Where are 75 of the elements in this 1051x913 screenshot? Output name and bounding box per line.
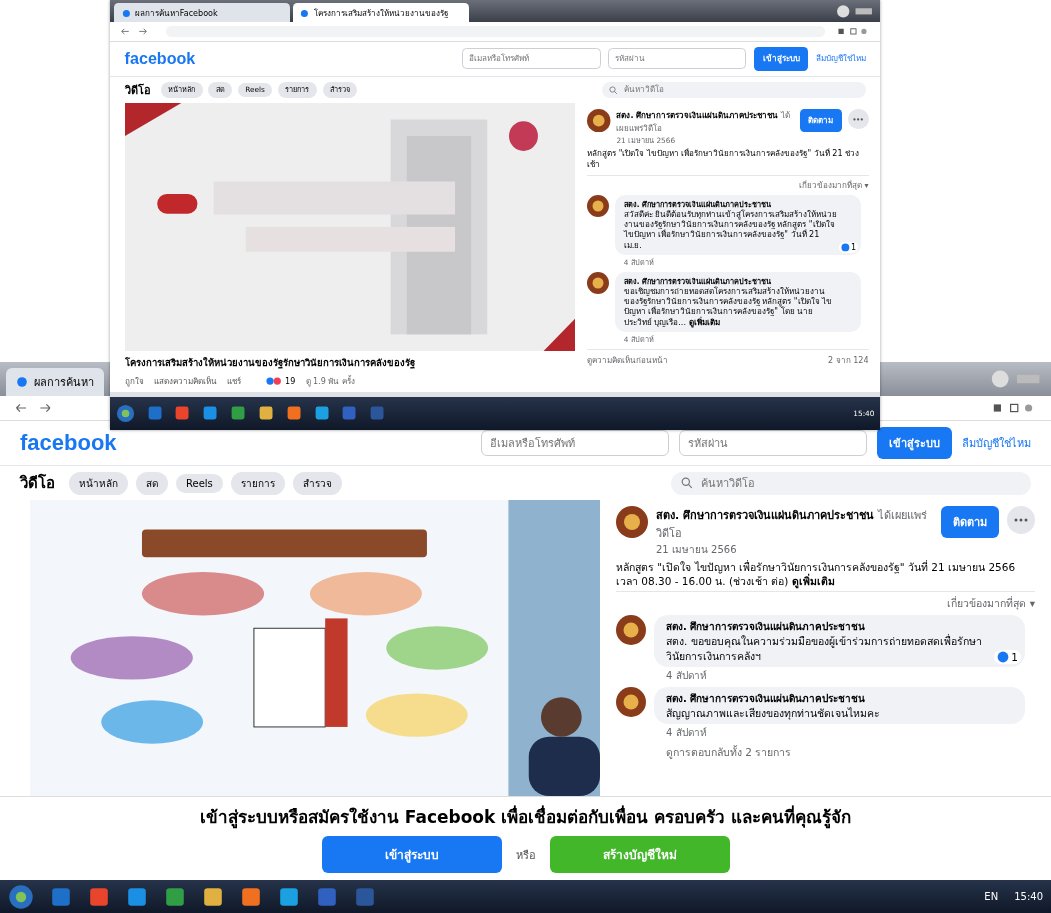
avatar-icon bbox=[616, 506, 648, 538]
taskbar-app-icon[interactable] bbox=[257, 405, 275, 422]
video-title: โครงการเสริมสร้างให้หน่วยงานของรัฐรักษาวินัยการเงินการคลังของรัฐ bbox=[124, 356, 416, 371]
facebook-logo[interactable]: facebook bbox=[20, 430, 117, 456]
browser-tab[interactable]: ผลการค้นหา bbox=[6, 368, 104, 396]
taskbar-app-icon[interactable] bbox=[285, 405, 302, 422]
search-icon bbox=[681, 477, 693, 489]
avatar-icon bbox=[616, 686, 646, 717]
post-date: 21 เมษายน 2566 bbox=[656, 543, 738, 557]
comment-text: สตง. ขอขอบคุณในความร่วมมือของผู้เข้าร่วมการถ่ายทอดสดเพื่อรักษาวินัยการเงินการคลังฯ bbox=[666, 634, 983, 663]
password-field[interactable]: รหัสผ่าน bbox=[679, 430, 867, 456]
view-replies-link[interactable]: ดูการตอบกลับทั้ง 2 รายการ bbox=[616, 743, 1035, 761]
follow-button[interactable]: ติดตาม bbox=[941, 506, 999, 538]
comment-author[interactable]: สตง. ศึกษาการตรวจเงินแผ่นดินภาคประชาชน bbox=[623, 275, 840, 287]
nav-tab[interactable]: สำรวจ bbox=[322, 81, 358, 99]
facebook-logo[interactable]: facebook bbox=[124, 49, 196, 69]
nav-tab[interactable]: รายการ bbox=[230, 471, 285, 495]
taskbar-app-icon[interactable] bbox=[230, 405, 247, 422]
taskbar-app-icon[interactable] bbox=[202, 405, 219, 422]
globe-icon bbox=[300, 8, 310, 18]
comment-author[interactable]: สตง. ศึกษาการตรวจเงินแผ่นดินภาคประชาชน bbox=[623, 198, 840, 210]
comment-time: 4 สัปดาห์ bbox=[665, 725, 708, 740]
start-button-icon[interactable] bbox=[115, 403, 135, 423]
section-title: วิดีโอ bbox=[20, 473, 55, 494]
video-search-field[interactable]: ค้นหาวิดีโอ bbox=[671, 471, 1031, 495]
taskbar-app-icon[interactable] bbox=[313, 405, 330, 422]
section-title: วิดีโอ bbox=[124, 82, 151, 99]
nav-tab[interactable]: สด bbox=[208, 81, 232, 99]
reaction-icons bbox=[840, 243, 850, 253]
globe-icon bbox=[16, 376, 28, 388]
post-text: หลักสูตร "เปิดใจ ไขปัญหา เพื่อรักษาวินัยการเงินการคลังของรัฐ" วันที่ 21 เมษายน 2566 เวลา 08.30 - 16.00 น. (ช่วงเช้า ต่อ) ดูเพิ่มเติม bbox=[616, 560, 1035, 593]
nav-tab[interactable]: หน้าหลัก bbox=[160, 81, 203, 99]
banner-text: เข้าสู่ระบบหรือสมัครใช้งาน Facebook เพื่อเชื่อมต่อกับเพื่อน ครอบครัว และคนที่คุณรู้จัก bbox=[199, 804, 852, 830]
start-button-icon[interactable] bbox=[8, 883, 34, 910]
email-field[interactable]: อีเมลหรือโทรศัพท์ bbox=[481, 430, 669, 456]
taskbar-app-icon[interactable] bbox=[164, 885, 186, 908]
nav-tab[interactable]: รายการ bbox=[278, 81, 317, 99]
avatar-icon bbox=[587, 271, 610, 294]
nav-tab[interactable]: สำรวจ bbox=[292, 471, 342, 495]
forgot-account-link[interactable]: ลืมบัญชีใช่ไหม bbox=[962, 434, 1031, 452]
reaction-count: 1 bbox=[1011, 650, 1018, 663]
comment-author[interactable]: สตง. ศึกษาการตรวจเงินแผ่นดินภาคประชาชน bbox=[666, 690, 995, 706]
taskbar-app-icon[interactable] bbox=[126, 885, 148, 908]
nav-tab[interactable]: หน้าหลัก bbox=[69, 471, 128, 495]
login-button[interactable]: เข้าสู่ระบบ bbox=[877, 427, 952, 459]
comment-time: 4 สัปดาห์ bbox=[622, 256, 655, 269]
taskbar-app-icon[interactable] bbox=[202, 885, 224, 908]
post-date: 21 เมษายน 2566 bbox=[616, 134, 677, 146]
clock[interactable]: 15:40 bbox=[853, 408, 875, 418]
comment-sort-menu[interactable]: เกี่ยวข้องมากที่สุด ▾ bbox=[947, 597, 1035, 610]
clock[interactable]: 15:40 bbox=[1014, 891, 1043, 902]
more-icon bbox=[853, 117, 864, 121]
author-name[interactable]: สตง. ศึกษาการตรวจเงินแผ่นดินภาคประชาชน ได้เผยแพร่วิดีโอ bbox=[656, 506, 933, 542]
avatar-icon bbox=[587, 108, 611, 133]
comment-text: สัญญาณภาพและเสียงของทุกท่านชัดเจนไหมคะ bbox=[666, 705, 881, 720]
taskbar-app-icon[interactable] bbox=[240, 885, 262, 908]
nav-tab[interactable]: สด bbox=[136, 471, 168, 495]
nav-tab[interactable]: Reels bbox=[237, 82, 273, 98]
comment-time: 4 สัปดาห์ bbox=[622, 333, 655, 346]
or-label: หรือ bbox=[515, 847, 536, 864]
login-button[interactable]: เข้าสู่ระบบ bbox=[321, 836, 502, 873]
taskbar-app-icon[interactable] bbox=[88, 885, 110, 908]
taskbar-app-icon[interactable] bbox=[278, 885, 300, 908]
comment-author[interactable]: สตง. ศึกษาการตรวจเงินแผ่นดินภาคประชาชน bbox=[666, 619, 995, 635]
language-indicator[interactable]: EN bbox=[984, 891, 999, 902]
nav-tab[interactable]: Reels bbox=[176, 473, 223, 493]
avatar-icon bbox=[587, 194, 610, 217]
reaction-icons bbox=[266, 377, 283, 386]
reaction-icons bbox=[997, 650, 1010, 663]
more-icon bbox=[1014, 518, 1028, 522]
more-button[interactable] bbox=[848, 108, 869, 130]
avatar-icon bbox=[616, 615, 646, 646]
taskbar-app-icon[interactable] bbox=[174, 405, 191, 422]
globe-icon bbox=[121, 8, 131, 18]
comment-time: 4 สัปดาห์ bbox=[665, 668, 708, 683]
